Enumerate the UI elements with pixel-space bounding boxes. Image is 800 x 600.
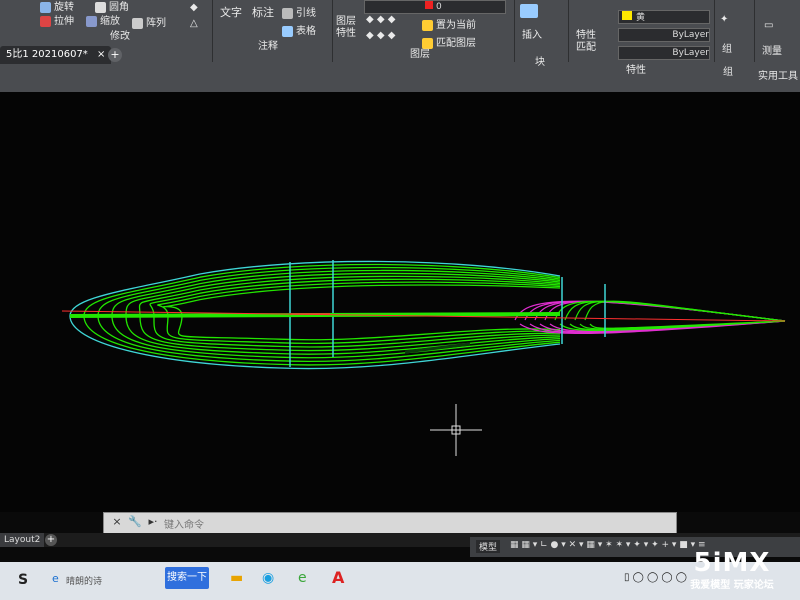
watermark-slogan: 我爱模型 玩家论坛 xyxy=(690,580,774,591)
groups-panel-title[interactable]: 组 xyxy=(718,66,738,80)
modify-panel-title[interactable]: 修改 xyxy=(90,30,150,44)
layer-tools-icons-2[interactable]: ◆ ◆ ◆ xyxy=(366,30,395,41)
watermark: 5iMX 我爱模型 玩家论坛 xyxy=(672,548,792,598)
command-input[interactable]: 键入命令 xyxy=(164,516,204,531)
insert-button[interactable]: 插入 xyxy=(522,26,542,41)
folder-icon[interactable]: ▬ xyxy=(230,570,243,586)
group-icon[interactable]: ✦ xyxy=(720,14,728,25)
text-tool[interactable]: 文字 xyxy=(220,4,242,20)
layer-properties-button[interactable]: 图层 特性 xyxy=(336,16,356,40)
weather-label[interactable]: 晴朗的诗 xyxy=(66,574,102,587)
properties-panel-title[interactable]: 特性 xyxy=(620,64,652,78)
groups-panel: ✦ 组 xyxy=(714,0,755,62)
command-line[interactable]: × 🔧 ▸· 键入命令 xyxy=(103,512,677,534)
file-tabs: 5比1 20210607* × + xyxy=(0,46,520,64)
table-icon xyxy=(282,25,293,37)
measure-icon[interactable]: ▭ xyxy=(764,20,773,31)
model-space-button[interactable]: 模型 xyxy=(476,540,501,553)
explode-icon[interactable]: △ xyxy=(190,18,198,29)
autocad-icon[interactable]: A xyxy=(332,568,344,587)
insert-icon[interactable] xyxy=(520,4,541,18)
tail-upper-curve xyxy=(584,300,786,322)
stretch-icon xyxy=(40,15,51,27)
table-tool[interactable]: 表格 xyxy=(282,22,316,37)
measure-button[interactable]: 测量 xyxy=(762,42,782,57)
block-panel: 插入 xyxy=(514,0,569,62)
array-tool[interactable]: 阵列 xyxy=(132,14,166,29)
utilities-panel-title[interactable]: 实用工具 xyxy=(756,70,800,84)
watermark-brand: 5iMX xyxy=(693,548,771,578)
color-swatch xyxy=(622,11,632,20)
fillet-icon xyxy=(95,1,106,13)
block-panel-title[interactable]: 块 xyxy=(530,56,550,70)
command-history-icon[interactable]: ▸· xyxy=(146,515,160,529)
tab-layout2[interactable]: Layout2 xyxy=(0,533,45,547)
browser-icon[interactable]: ◉ xyxy=(262,570,274,586)
properties-panel: 特性 匹配 黄 ByLayer ByLayer xyxy=(568,0,715,62)
customize-icon[interactable]: 🔧 xyxy=(128,515,142,529)
match-properties-button[interactable]: 特性 匹配 xyxy=(576,30,596,54)
color-dropdown[interactable]: 黄 xyxy=(618,10,710,24)
utilities-panel: ▭ 测量 xyxy=(754,0,800,62)
close-command-icon[interactable]: × xyxy=(110,515,124,529)
leader-icon xyxy=(282,7,293,19)
scale-tool[interactable]: 缩放 xyxy=(86,12,120,27)
layer-dropdown[interactable]: 0 xyxy=(364,0,506,14)
stretch-tool[interactable]: 拉伸 xyxy=(40,12,74,27)
rib-lower-curve xyxy=(111,315,561,359)
linetype-dropdown[interactable]: ByLayer xyxy=(618,28,710,42)
rib-lower-curve xyxy=(177,315,561,341)
new-layout-button[interactable]: + xyxy=(45,534,57,546)
new-tab-button[interactable]: + xyxy=(108,48,122,62)
search-button[interactable]: 搜索一下 xyxy=(165,567,209,589)
layer-tools-icons[interactable]: ◆ ◆ ◆ xyxy=(366,14,395,25)
rib-outlines xyxy=(69,260,561,317)
lineweight-dropdown[interactable]: ByLayer xyxy=(618,46,710,60)
leader-tool[interactable]: 引线 xyxy=(282,4,316,19)
close-tab-icon[interactable]: × xyxy=(97,49,105,60)
rib-lower-curve xyxy=(139,315,561,352)
erase-icon[interactable]: ◆ xyxy=(190,2,198,13)
edge-icon[interactable]: e xyxy=(52,572,59,585)
array-icon xyxy=(132,17,143,29)
rotate-icon xyxy=(40,1,51,13)
rib-outlines-lower xyxy=(69,315,561,370)
scale-icon xyxy=(86,15,97,27)
ribbon: 旋转 圆角 拉伸 缩放 阵列 ◆ △ 修改 文字 标注 引线 表格 注释 图层 … xyxy=(0,0,800,93)
file-tab[interactable]: 5比1 20210607* × xyxy=(0,46,112,64)
set-current-button[interactable]: 置为当前 xyxy=(422,16,476,31)
layer-color-swatch xyxy=(425,1,433,9)
group-button[interactable]: 组 xyxy=(722,40,732,55)
airfoil-drawing xyxy=(61,260,786,456)
ie-icon[interactable]: e xyxy=(298,570,307,586)
set-current-icon xyxy=(422,19,433,31)
start-button[interactable]: S xyxy=(18,572,28,588)
dimension-tool[interactable]: 标注 xyxy=(252,4,274,20)
